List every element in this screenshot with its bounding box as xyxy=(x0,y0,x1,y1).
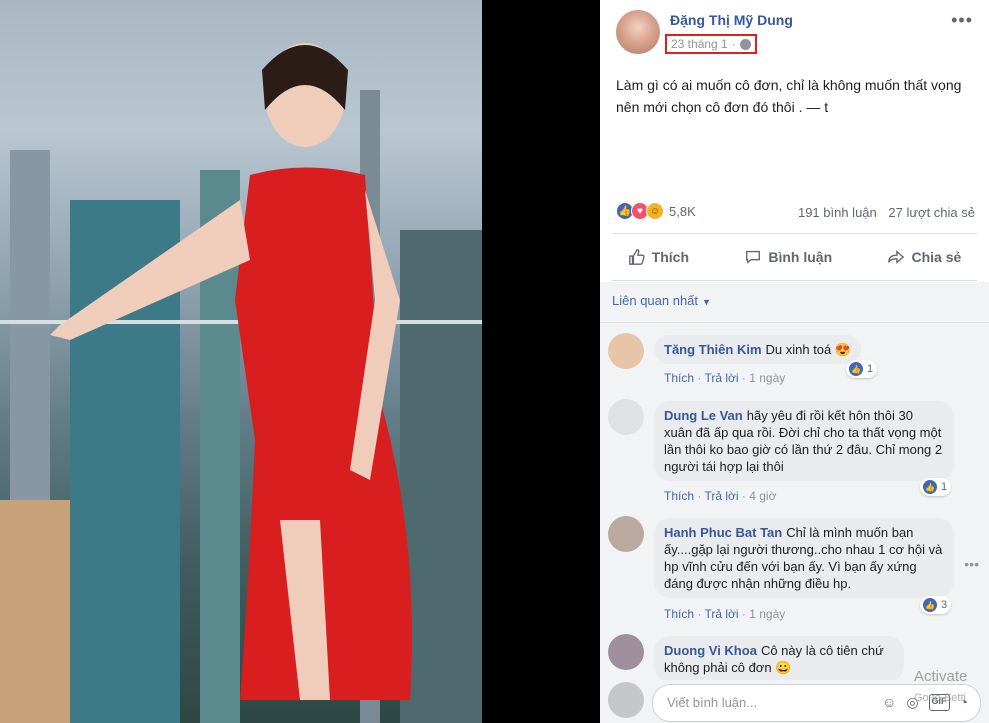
globe-icon xyxy=(739,38,751,50)
comment-count[interactable]: 191 bình luận xyxy=(798,205,877,220)
comment-like-link[interactable]: Thích xyxy=(664,371,694,385)
activation-watermark: Activate xyxy=(914,668,968,685)
post-text: Làm gì có ai muốn cô đơn, chỉ là không m… xyxy=(616,77,962,115)
comment-options-icon[interactable]: ••• xyxy=(964,556,979,572)
comment-placeholder: Viết bình luận... xyxy=(667,695,758,710)
commenter-name[interactable]: Tăng Thiên Kim xyxy=(664,342,762,357)
comment-like-count[interactable]: 👍 3 xyxy=(920,596,952,614)
divider xyxy=(612,233,977,234)
commenter-name[interactable]: Duong Vi Khoa xyxy=(664,643,757,658)
reaction-count: 5,8K xyxy=(669,203,696,219)
commenter-avatar[interactable] xyxy=(608,399,644,435)
comment-icon xyxy=(746,250,761,264)
comment-like-count[interactable]: 👍 1 xyxy=(846,360,878,378)
post-actions: Thích Bình luận Chia sẻ xyxy=(600,240,989,274)
like-label: Thích xyxy=(651,249,690,265)
comment-reply-link[interactable]: Trả lời xyxy=(704,607,738,621)
commenter-avatar[interactable] xyxy=(608,634,644,670)
post-timestamp[interactable]: 23 tháng 1 · xyxy=(665,34,757,54)
comment-text: Du xinh toá 😍 xyxy=(765,342,852,357)
share-icon xyxy=(888,250,905,264)
comment-meta: Thích · Trả lời · 4 giờ xyxy=(664,489,777,503)
comment-reply-link[interactable]: Trả lời xyxy=(704,489,738,503)
emoji-icon[interactable]: ☺ xyxy=(882,694,896,711)
haha-reaction-icon: ☺ xyxy=(646,202,664,220)
engagement-counts: 191 bình luận 27 lượt chia sẻ xyxy=(790,205,975,220)
like-reaction-icon: 👍 xyxy=(922,597,938,613)
thumbs-up-icon xyxy=(628,249,645,265)
author-name[interactable]: Đặng Thị Mỹ Dung xyxy=(670,12,793,28)
post-photo[interactable] xyxy=(0,0,482,723)
timestamp-text: 23 tháng 1 xyxy=(671,37,728,51)
comment-bubble: Tăng Thiên Kim Du xinh toá 😍 xyxy=(654,335,862,364)
divider xyxy=(600,322,989,323)
viewer-avatar xyxy=(608,682,644,718)
comment-bubble: Hanh Phuc Bat Tan Chỉ là mình muốn bạn ấy… xyxy=(654,518,954,598)
caret-down-icon: ▼ xyxy=(702,297,711,307)
comment-time[interactable]: 1 ngày xyxy=(749,607,785,621)
like-reaction-icon: 👍 xyxy=(922,479,938,495)
commenter-avatar[interactable] xyxy=(608,333,644,369)
like-button[interactable]: Thích xyxy=(628,248,689,266)
comment-time[interactable]: 1 ngày xyxy=(749,371,785,385)
commenter-avatar[interactable] xyxy=(608,516,644,552)
sort-label: Liên quan nhất xyxy=(612,293,699,308)
share-button[interactable]: Chia sẻ xyxy=(887,248,961,266)
author-avatar[interactable] xyxy=(616,10,660,54)
comment-sort-dropdown[interactable]: Liên quan nhất ▼ xyxy=(612,293,711,308)
comment-label: Bình luận xyxy=(768,249,833,265)
more-options-icon[interactable]: ••• xyxy=(951,10,973,31)
comment-meta: Thích · Trả lời · 1 ngày xyxy=(664,371,786,385)
photo-illustration xyxy=(0,43,482,723)
commenter-name[interactable]: Hanh Phuc Bat Tan xyxy=(664,525,782,540)
share-count[interactable]: 27 lượt chia sẻ xyxy=(888,205,975,220)
comment-button[interactable]: Bình luận xyxy=(744,248,832,266)
divider xyxy=(612,280,977,281)
commenter-name[interactable]: Dung Le Van xyxy=(664,408,743,423)
comment-like-link[interactable]: Thích xyxy=(664,489,694,503)
comment-reply-link[interactable]: Trả lời xyxy=(704,371,738,385)
comment-bubble: Duong Vi Khoa Cô này là cô tiên chứ không… xyxy=(654,636,904,682)
post-side-panel: Đặng Thị Mỹ Dung 23 tháng 1 · ••• Làm gì… xyxy=(600,0,989,723)
like-reaction-icon: 👍 xyxy=(848,361,864,377)
activation-watermark-sub: Go to Setti xyxy=(914,692,966,704)
comment-like-count[interactable]: 👍 1 xyxy=(920,478,952,496)
share-label: Chia sẻ xyxy=(911,249,962,265)
reactions-summary[interactable]: 👍 ♥ ☺ 5,8K xyxy=(616,202,696,220)
comment-time[interactable]: 4 giờ xyxy=(749,489,776,503)
comment-meta: Thích · Trả lời · 1 ngày xyxy=(664,607,786,621)
comment-bubble: Dung Le Van hãy yêu đi rồi kết hôn thôi 3… xyxy=(654,401,954,481)
comment-like-link[interactable]: Thích xyxy=(664,607,694,621)
lightbox-backdrop xyxy=(482,0,600,723)
